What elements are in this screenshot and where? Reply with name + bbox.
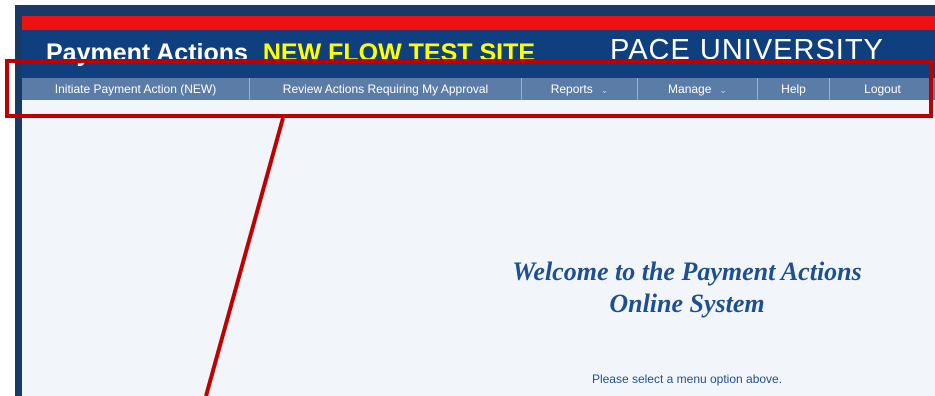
annotation-pointer: [204, 117, 285, 396]
pointer-line: [204, 117, 285, 396]
